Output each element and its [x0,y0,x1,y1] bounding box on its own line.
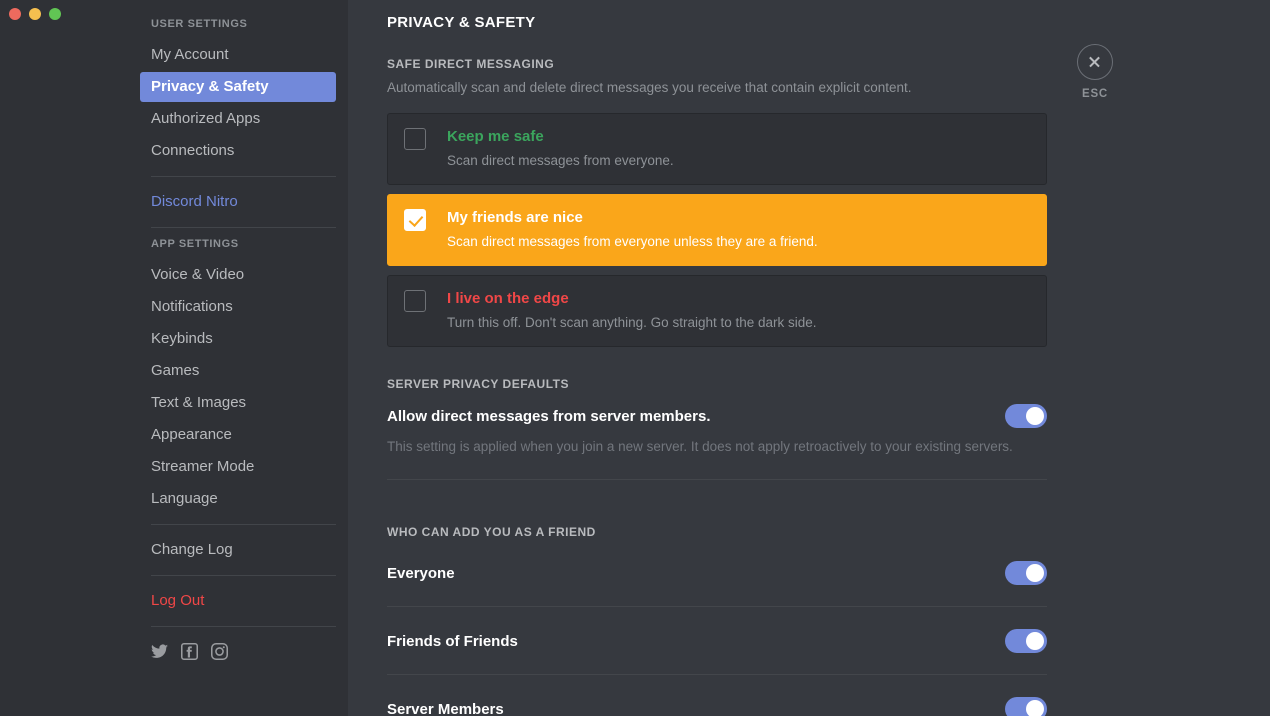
option-title: Keep me safe [447,128,674,146]
toggle-knob [1026,632,1044,650]
window-left-rail [0,0,140,716]
facebook-icon[interactable] [181,643,198,660]
discord-user-settings-window: USER SETTINGS My Account Privacy & Safet… [0,0,1270,716]
sidebar-divider-1 [151,176,336,177]
server-privacy-description: This setting is applied when you join a … [387,438,1047,455]
user-settings-header: USER SETTINGS [140,18,348,30]
row-divider-2 [387,674,1047,675]
social-links [140,637,348,660]
friend-request-row-everyone: Everyone [387,561,1047,585]
sidebar-item-streamer-mode[interactable]: Streamer Mode [140,452,336,482]
row-label: Server Members [387,701,504,716]
option-title: My friends are nice [447,209,818,227]
sidebar-item-discord-nitro[interactable]: Discord Nitro [140,187,336,217]
minimize-window-button[interactable] [29,8,41,20]
sidebar-item-log-out[interactable]: Log Out [140,586,336,616]
server-privacy-row: Allow direct messages from server member… [387,404,1047,428]
page-title: PRIVACY & SAFETY [387,14,1270,31]
option-subtitle: Scan direct messages from everyone unles… [447,234,818,250]
server-privacy-label: Allow direct messages from server member… [387,408,710,425]
safe-dm-option-my-friends-are-nice[interactable]: My friends are nice Scan direct messages… [387,194,1047,266]
close-window-button[interactable] [9,8,21,20]
friend-request-header: WHO CAN ADD YOU AS A FRIEND [387,525,1047,539]
sidebar-item-games[interactable]: Games [140,356,336,386]
toggle-knob [1026,700,1044,716]
checkbox-keep-me-safe[interactable] [404,128,426,150]
option-subtitle: Scan direct messages from everyone. [447,153,674,169]
row-divider-1 [387,606,1047,607]
safe-dm-header: SAFE DIRECT MESSAGING [387,57,1270,71]
server-privacy-defaults-section: SERVER PRIVACY DEFAULTS Allow direct mes… [387,377,1047,455]
sidebar-item-language[interactable]: Language [140,484,336,514]
app-settings-header: APP SETTINGS [140,238,348,250]
sidebar-item-privacy-and-safety[interactable]: Privacy & Safety [140,72,336,102]
traffic-light-controls [9,8,61,20]
close-icon[interactable] [1077,44,1113,80]
safe-direct-messaging-section: SAFE DIRECT MESSAGING Automatically scan… [387,57,1270,347]
sidebar-item-connections[interactable]: Connections [140,136,336,166]
safe-dm-option-list: Keep me safe Scan direct messages from e… [387,113,1047,347]
sidebar-item-my-account[interactable]: My Account [140,40,336,70]
safe-dm-description: Automatically scan and delete direct mes… [387,80,1270,95]
row-label: Everyone [387,565,455,582]
toggle-allow-dms-from-server-members[interactable] [1005,404,1047,428]
section-divider-1 [387,479,1047,480]
safe-dm-option-i-live-on-the-edge[interactable]: I live on the edge Turn this off. Don't … [387,275,1047,347]
row-label: Friends of Friends [387,633,518,650]
settings-sidebar: USER SETTINGS My Account Privacy & Safet… [140,0,348,716]
sidebar-item-notifications[interactable]: Notifications [140,292,336,322]
toggle-friends-of-friends[interactable] [1005,629,1047,653]
friend-request-row-server-members: Server Members [387,697,1047,716]
instagram-icon[interactable] [211,643,228,660]
sidebar-item-keybinds[interactable]: Keybinds [140,324,336,354]
sidebar-item-voice-and-video[interactable]: Voice & Video [140,260,336,290]
toggle-knob [1026,564,1044,582]
sidebar-divider-3 [151,524,336,525]
sidebar-divider-2 [151,227,336,228]
esc-label: ESC [1065,88,1125,100]
checkbox-my-friends-are-nice[interactable] [404,209,426,231]
twitter-icon[interactable] [151,644,168,659]
close-settings-button[interactable]: ESC [1065,44,1125,100]
toggle-everyone[interactable] [1005,561,1047,585]
sidebar-item-appearance[interactable]: Appearance [140,420,336,450]
toggle-server-members[interactable] [1005,697,1047,716]
option-title: I live on the edge [447,290,817,308]
sidebar-item-change-log[interactable]: Change Log [140,535,336,565]
toggle-knob [1026,407,1044,425]
settings-main-panel: PRIVACY & SAFETY SAFE DIRECT MESSAGING A… [348,0,1270,716]
zoom-window-button[interactable] [49,8,61,20]
option-subtitle: Turn this off. Don't scan anything. Go s… [447,315,817,331]
checkbox-i-live-on-the-edge[interactable] [404,290,426,312]
sidebar-divider-5 [151,626,336,627]
safe-dm-option-keep-me-safe[interactable]: Keep me safe Scan direct messages from e… [387,113,1047,185]
server-privacy-header: SERVER PRIVACY DEFAULTS [387,377,1047,391]
sidebar-item-text-and-images[interactable]: Text & Images [140,388,336,418]
sidebar-divider-4 [151,575,336,576]
friend-request-row-friends-of-friends: Friends of Friends [387,629,1047,653]
friend-request-section: WHO CAN ADD YOU AS A FRIEND Everyone Fri… [387,525,1047,716]
sidebar-item-authorized-apps[interactable]: Authorized Apps [140,104,336,134]
